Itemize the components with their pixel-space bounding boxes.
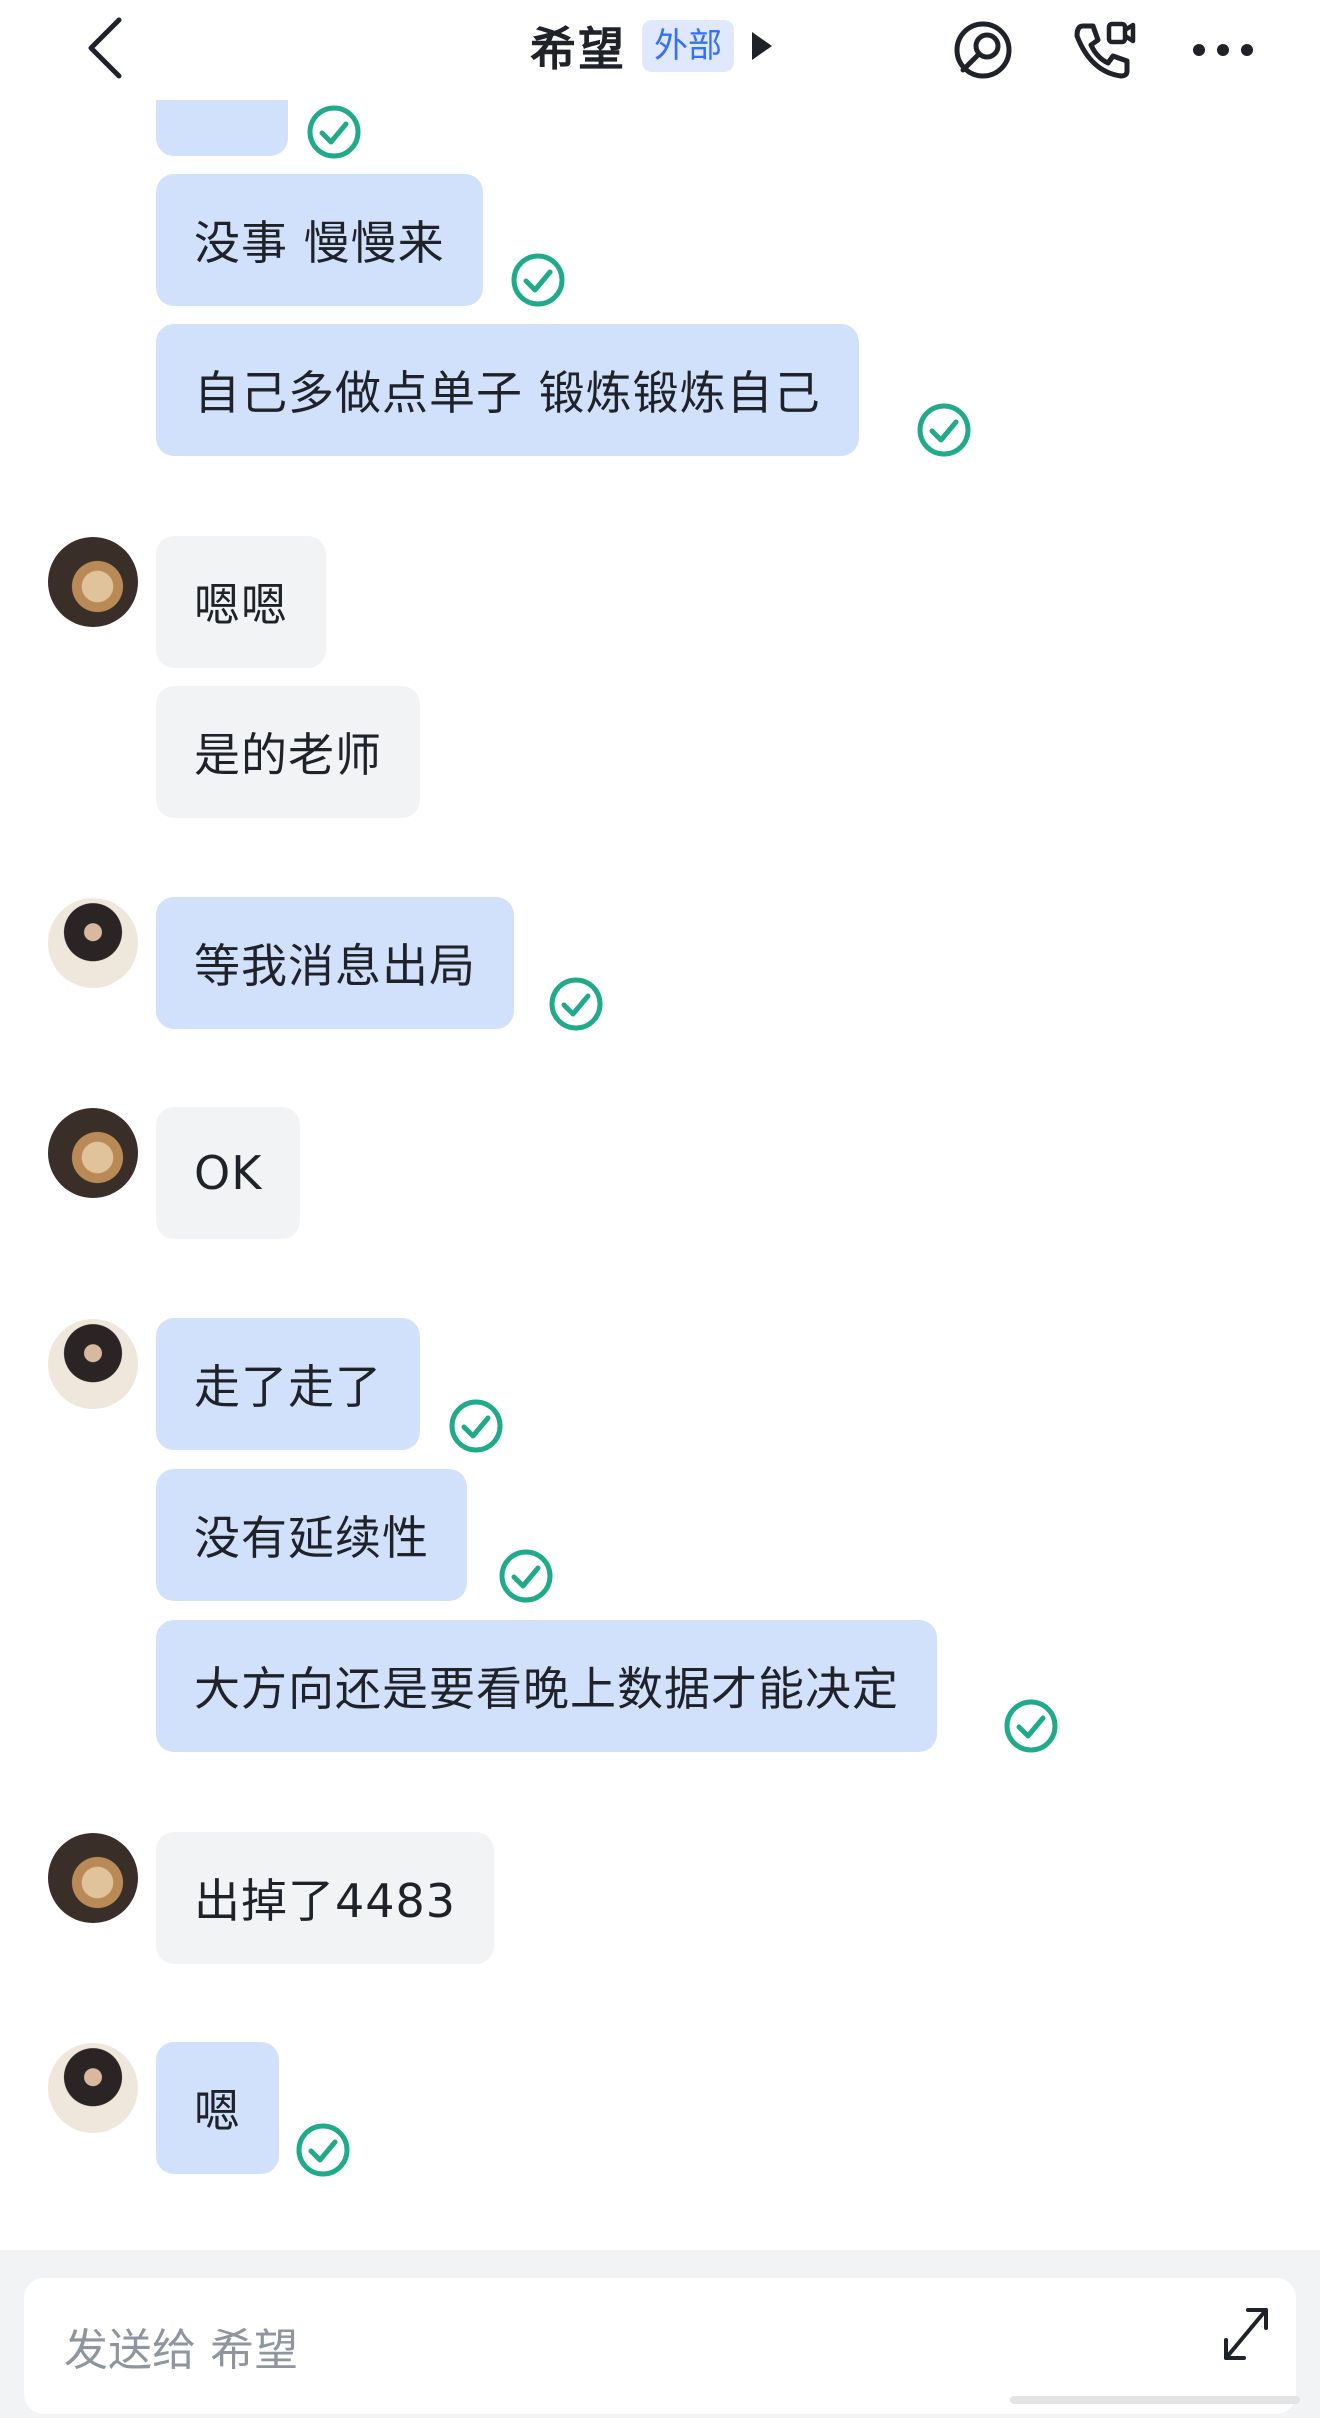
contact-avatar[interactable]	[48, 537, 138, 627]
message-bubble[interactable]: 走了走了	[156, 1318, 420, 1450]
chat-header: 希望 外部	[0, 0, 1320, 100]
chat-search-button[interactable]	[945, 12, 1021, 88]
chat-search-icon	[954, 21, 1012, 79]
chevron-left-icon	[88, 17, 122, 79]
chat-title: 希望	[530, 22, 626, 76]
read-check-icon	[917, 403, 971, 457]
read-check-icon	[1004, 1699, 1058, 1753]
message-input-placeholder: 发送给 希望	[64, 2325, 298, 2376]
call-button[interactable]	[1065, 12, 1141, 88]
read-check-icon	[307, 105, 361, 159]
message-bubble[interactable]: 嗯	[156, 2042, 279, 2174]
expand-icon	[1224, 2308, 1268, 2360]
message-bubble[interactable]: 自己多做点单子 锻炼锻炼自己	[156, 324, 859, 456]
message-composer: 发送给 希望	[0, 2250, 1320, 2418]
message-bubble[interactable]: 等我消息出局	[156, 897, 514, 1029]
contact-avatar[interactable]	[48, 1108, 138, 1198]
message-bubble[interactable]: OK	[156, 1107, 301, 1239]
expand-composer-button[interactable]	[1214, 2298, 1278, 2370]
self-avatar[interactable]	[48, 1319, 138, 1409]
more-button[interactable]	[1185, 12, 1261, 88]
video-call-icon	[1074, 21, 1136, 79]
self-avatar[interactable]	[48, 898, 138, 988]
message-bubble[interactable]: 嗯嗯	[156, 536, 326, 668]
home-indicator	[1010, 2396, 1300, 2404]
read-check-icon	[511, 253, 565, 307]
contact-avatar[interactable]	[48, 1833, 138, 1923]
message-bubble[interactable]: 没有延续性	[156, 1469, 467, 1601]
message-bubble[interactable]: 出掉了4483	[156, 1832, 495, 1964]
message-bubble[interactable]: 是的老师	[156, 686, 420, 818]
more-dots-icon	[1193, 44, 1253, 56]
message-input[interactable]: 发送给 希望	[24, 2278, 1296, 2414]
message-bubble[interactable]: 大方向还是要看晚上数据才能决定	[156, 1620, 937, 1752]
read-check-icon	[296, 2123, 350, 2177]
read-check-icon	[449, 1399, 503, 1453]
back-button[interactable]	[70, 8, 140, 88]
external-badge: 外部	[642, 20, 734, 72]
message-list[interactable]: 没事 慢慢来 自己多做点单子 锻炼锻炼自己 嗯嗯 是的老师 等我消息出局 OK …	[0, 0, 1320, 2250]
message-bubble[interactable]: 没事 慢慢来	[156, 174, 483, 306]
play-arrow-icon	[752, 32, 772, 60]
chat-title-group[interactable]: 希望 外部	[530, 10, 772, 82]
read-check-icon	[549, 977, 603, 1031]
self-avatar[interactable]	[48, 2043, 138, 2133]
read-check-icon	[499, 1549, 553, 1603]
